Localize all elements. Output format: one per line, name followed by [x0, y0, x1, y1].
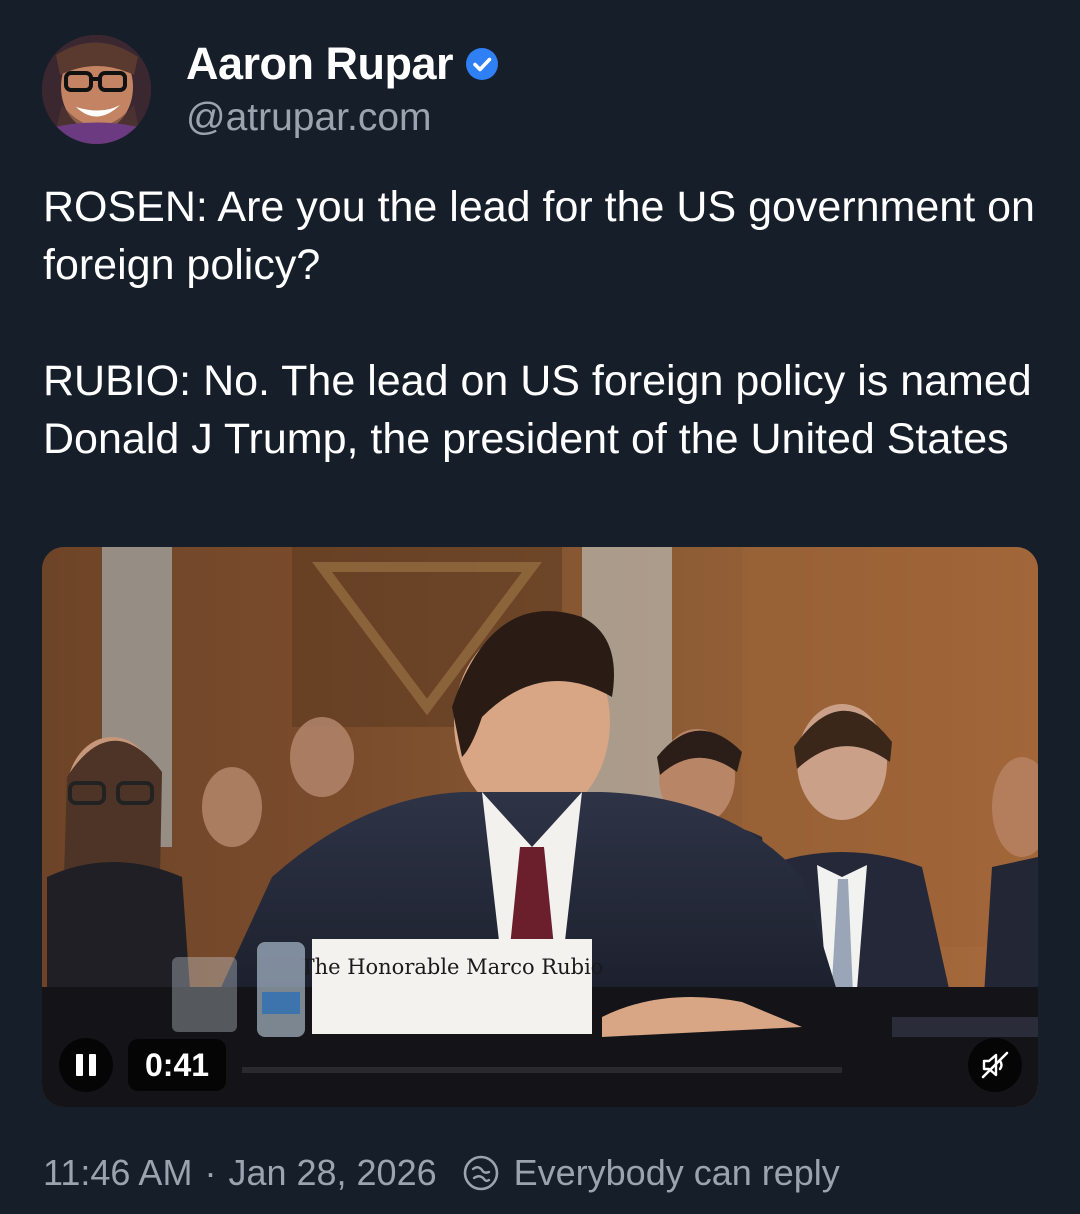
- pause-button[interactable]: [59, 1038, 113, 1092]
- muted-speaker-icon: [981, 1051, 1009, 1079]
- post-paragraph: RUBIO: No. The lead on US foreign policy…: [43, 357, 1032, 463]
- separator: ·: [204, 1152, 217, 1193]
- verified-badge-icon: [465, 47, 499, 81]
- author-handle[interactable]: @atrupar.com: [186, 96, 432, 140]
- avatar-image: [42, 35, 151, 144]
- nameplate-text: The Honorable Marco Rubio: [301, 955, 604, 979]
- post-text: ROSEN: Are you the lead for the US gover…: [43, 178, 1043, 468]
- mute-button[interactable]: [968, 1038, 1022, 1092]
- author-name-row: Aaron Rupar: [186, 38, 499, 90]
- post-footer: 11:46 AM · Jan 28, 2026 Everybody can re…: [43, 1152, 840, 1194]
- post-date[interactable]: Jan 28, 2026: [228, 1152, 436, 1194]
- video-time: 0:41: [128, 1039, 227, 1091]
- post: Aaron Rupar @atrupar.com ROSEN: Are you …: [0, 0, 1080, 1214]
- video-player[interactable]: The Honorable Marco Rubio 0:41: [42, 547, 1038, 1107]
- post-paragraph: ROSEN: Are you the lead for the US gover…: [43, 183, 1035, 289]
- avatar[interactable]: [42, 35, 151, 144]
- pause-icon: [76, 1054, 96, 1076]
- video-frame: The Honorable Marco Rubio: [42, 547, 1038, 1107]
- post-time[interactable]: 11:46 AM: [43, 1152, 192, 1194]
- author-display-name[interactable]: Aaron Rupar: [186, 38, 454, 90]
- reply-settings-icon: [462, 1154, 500, 1192]
- reply-setting-text[interactable]: Everybody can reply: [514, 1152, 840, 1194]
